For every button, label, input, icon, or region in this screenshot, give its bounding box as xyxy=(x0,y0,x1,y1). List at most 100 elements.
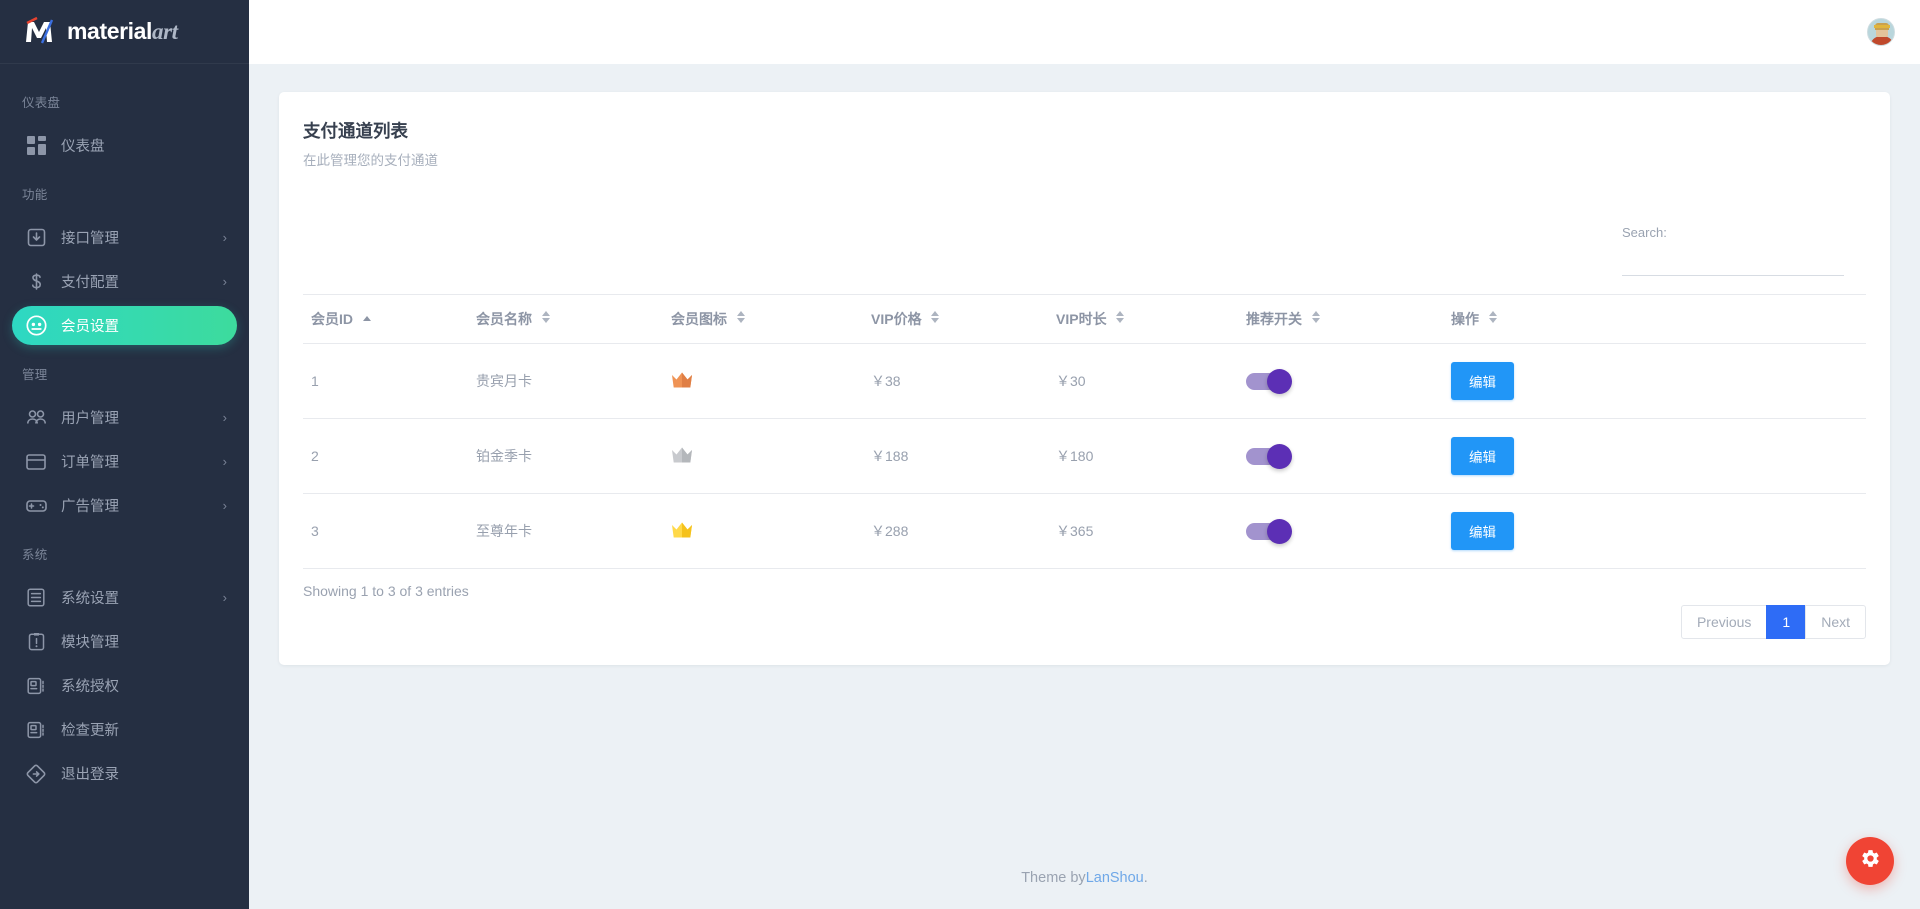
sidebar-item-module-management[interactable]: 模块管理 xyxy=(12,622,237,661)
column-header-actions[interactable]: 操作 xyxy=(1443,295,1866,344)
sidebar-item-user-management[interactable]: 用户管理 › xyxy=(12,398,237,437)
column-label: 操作 xyxy=(1451,311,1479,327)
sidebar-item-label: 退出登录 xyxy=(61,763,227,784)
sort-both-icon xyxy=(542,311,550,323)
sidebar-item-api-management[interactable]: 接口管理 › xyxy=(12,218,237,257)
footer-suffix: . xyxy=(1144,870,1148,886)
cell-actions: 编辑 xyxy=(1443,419,1866,494)
sidebar-item-system-settings[interactable]: 系统设置 › xyxy=(12,578,237,617)
sort-both-icon xyxy=(1489,311,1497,323)
column-header-vip-price[interactable]: VIP价格 xyxy=(863,295,1048,344)
table-row: 1 贵宾月卡 ￥38 ￥30 xyxy=(303,344,1866,419)
brand-name: materialart xyxy=(67,18,178,45)
sort-both-icon xyxy=(1312,311,1320,323)
chevron-right-icon: › xyxy=(223,411,227,424)
toggle-knob xyxy=(1267,519,1292,544)
edit-button[interactable]: 编辑 xyxy=(1451,362,1514,400)
column-label: VIP时长 xyxy=(1056,311,1107,327)
recommend-toggle[interactable] xyxy=(1246,373,1288,390)
toggle-knob xyxy=(1267,369,1292,394)
download-box-icon xyxy=(25,227,47,249)
cell-vip-price: ￥288 xyxy=(863,494,1048,569)
chevron-right-icon: › xyxy=(223,499,227,512)
recommend-toggle[interactable] xyxy=(1246,523,1288,540)
sidebar-item-label: 仪表盘 xyxy=(61,135,227,156)
cell-actions: 编辑 xyxy=(1443,494,1866,569)
update-card-icon xyxy=(25,719,47,741)
toggle-knob xyxy=(1267,444,1292,469)
gamepad-icon xyxy=(25,495,47,517)
column-header-recommend-switch[interactable]: 推荐开关 xyxy=(1238,295,1443,344)
table-row: 3 至尊年卡 ￥288 ￥365 xyxy=(303,494,1866,569)
cell-recommend-switch xyxy=(1238,494,1443,569)
chevron-right-icon: › xyxy=(223,591,227,604)
chevron-right-icon: › xyxy=(223,275,227,288)
cell-member-id: 3 xyxy=(303,494,468,569)
sidebar-item-logout[interactable]: 退出登录 xyxy=(12,754,237,793)
nav-section-title-management: 管理 xyxy=(0,350,249,393)
column-header-member-icon[interactable]: 会员图标 xyxy=(663,295,863,344)
search-row: Search: xyxy=(303,225,1866,276)
settings-fab-button[interactable] xyxy=(1846,837,1894,885)
edit-button[interactable]: 编辑 xyxy=(1451,437,1514,475)
column-label: VIP价格 xyxy=(871,311,922,327)
cell-vip-price: ￥38 xyxy=(863,344,1048,419)
sidebar-item-system-license[interactable]: 系统授权 xyxy=(12,666,237,705)
search-label: Search: xyxy=(1622,225,1844,240)
list-document-icon xyxy=(25,587,47,609)
sidebar-item-label: 用户管理 xyxy=(61,407,223,428)
dollar-icon xyxy=(25,271,47,293)
column-header-member-name[interactable]: 会员名称 xyxy=(468,295,663,344)
gear-icon xyxy=(1860,848,1881,874)
sidebar-item-member-settings[interactable]: 会员设置 xyxy=(12,306,237,345)
footer-link-lanshou[interactable]: LanShou xyxy=(1086,870,1144,886)
pagination-next[interactable]: Next xyxy=(1805,605,1866,639)
column-header-member-id[interactable]: 会员ID xyxy=(303,295,468,344)
cell-vip-duration: ￥180 xyxy=(1048,419,1238,494)
column-label: 会员ID xyxy=(311,311,353,327)
cell-actions: 编辑 xyxy=(1443,344,1866,419)
edit-button[interactable]: 编辑 xyxy=(1451,512,1514,550)
sidebar-item-payment-config[interactable]: 支付配置 › xyxy=(12,262,237,301)
sidebar-item-label: 会员设置 xyxy=(61,315,227,336)
entries-info: Showing 1 to 3 of 3 entries xyxy=(303,583,469,599)
pagination-page-1[interactable]: 1 xyxy=(1766,605,1806,639)
cell-member-name: 贵宾月卡 xyxy=(468,344,663,419)
sort-both-icon xyxy=(931,311,939,323)
sidebar-item-check-update[interactable]: 检查更新 xyxy=(12,710,237,749)
cell-member-icon xyxy=(663,494,863,569)
sort-both-icon xyxy=(1116,311,1124,323)
cell-vip-duration: ￥365 xyxy=(1048,494,1238,569)
cell-recommend-switch xyxy=(1238,344,1443,419)
sidebar-item-dashboard[interactable]: 仪表盘 xyxy=(12,126,237,165)
nav-section-title-dashboard: 仪表盘 xyxy=(0,78,249,121)
sort-both-icon xyxy=(737,311,745,323)
search-input[interactable] xyxy=(1622,253,1844,276)
main-area: 支付通道列表 在此管理您的支付通道 Search: 会员ID xyxy=(249,0,1920,909)
column-header-vip-duration[interactable]: VIP时长 xyxy=(1048,295,1238,344)
cell-member-id: 2 xyxy=(303,419,468,494)
search-box: Search: xyxy=(1622,225,1844,276)
logout-diamond-icon xyxy=(25,763,47,785)
sidebar-item-label: 检查更新 xyxy=(61,719,227,740)
recommend-toggle[interactable] xyxy=(1246,448,1288,465)
sidebar-item-label: 广告管理 xyxy=(61,495,223,516)
avatar[interactable] xyxy=(1867,18,1895,46)
license-card-icon xyxy=(25,675,47,697)
app-root: materialart 仪表盘 仪表盘 功能 xyxy=(0,0,1920,909)
clipboard-alert-icon xyxy=(25,631,47,653)
sidebar-item-ad-management[interactable]: 广告管理 › xyxy=(12,486,237,525)
pagination-previous[interactable]: Previous xyxy=(1681,605,1767,639)
brand[interactable]: materialart xyxy=(0,0,249,64)
page-subtitle: 在此管理您的支付通道 xyxy=(303,149,1866,169)
payment-channel-card: 支付通道列表 在此管理您的支付通道 Search: 会员ID xyxy=(279,92,1890,665)
sidebar-item-order-management[interactable]: 订单管理 › xyxy=(12,442,237,481)
sidebar-item-label: 支付配置 xyxy=(61,271,223,292)
cell-member-name: 铂金季卡 xyxy=(468,419,663,494)
pagination: Previous 1 Next xyxy=(1682,605,1866,639)
dashboard-grid-icon xyxy=(25,135,47,157)
chevron-right-icon: › xyxy=(223,231,227,244)
sidebar-item-label: 系统授权 xyxy=(61,675,227,696)
sidebar-item-label: 系统设置 xyxy=(61,587,223,608)
sidebar-nav: 仪表盘 仪表盘 功能 xyxy=(0,64,249,793)
